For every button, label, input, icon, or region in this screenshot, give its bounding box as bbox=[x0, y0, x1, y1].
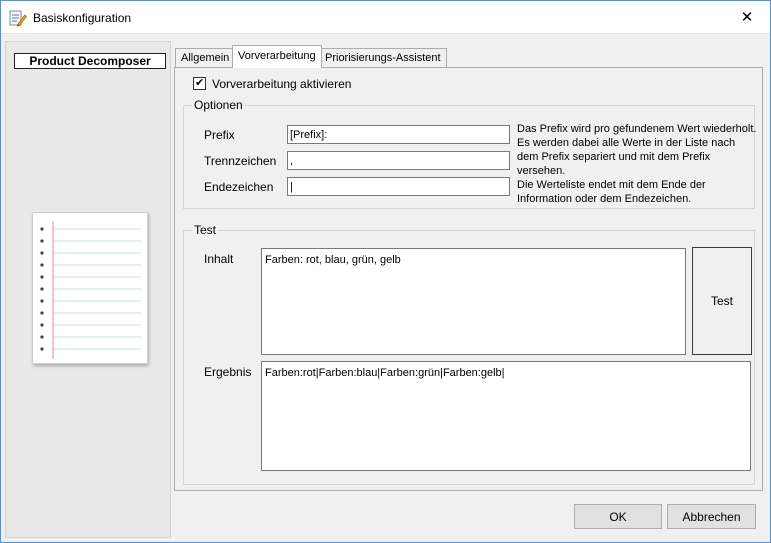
dialog-window: Basiskonfiguration ✕ Product Decomposer bbox=[0, 0, 771, 543]
config-app-icon bbox=[9, 9, 28, 27]
window-title: Basiskonfiguration bbox=[33, 11, 132, 25]
test-group: Test Inhalt Farben: rot, blau, grün, gel… bbox=[183, 223, 755, 485]
prefix-label: Prefix bbox=[204, 128, 235, 142]
result-textarea[interactable]: Farben:rot|Farben:blau|Farben:grün|Farbe… bbox=[261, 361, 751, 471]
close-button[interactable]: ✕ bbox=[724, 1, 770, 33]
help-line: Information oder dem Endezeichen. bbox=[517, 193, 692, 205]
content-textarea[interactable]: Farben: rot, blau, grün, gelb bbox=[261, 248, 686, 355]
help-line: Die Werteliste endet mit dem Ende der bbox=[517, 179, 706, 191]
prefix-help-text: Das Prefix wird pro gefundenem Wert wied… bbox=[517, 122, 757, 206]
test-legend: Test bbox=[194, 223, 217, 237]
prefix-input[interactable]: [Prefix]: bbox=[287, 125, 510, 144]
options-legend: Optionen bbox=[194, 98, 243, 112]
ok-button[interactable]: OK bbox=[574, 504, 662, 529]
tab-vorverarbeitung[interactable]: Vorverarbeitung bbox=[232, 45, 322, 68]
left-panel: Product Decomposer bbox=[5, 41, 171, 538]
result-label: Ergebnis bbox=[204, 365, 252, 379]
options-group: Optionen Prefix [Prefix]: Trennzeichen ,… bbox=[183, 98, 757, 209]
help-line: dem Prefix separiert und mit dem Prefix … bbox=[517, 151, 711, 177]
title-bar: Basiskonfiguration ✕ bbox=[1, 1, 770, 34]
close-icon: ✕ bbox=[740, 9, 754, 26]
checkmark-icon: ✔ bbox=[195, 77, 205, 89]
tab-priorisierungs-assistent[interactable]: Priorisierungs-Assistent bbox=[319, 48, 447, 67]
end-character-label: Endezeichen bbox=[204, 180, 274, 194]
product-label: Product Decomposer bbox=[14, 53, 166, 69]
notebook-icon bbox=[32, 212, 148, 364]
content-label: Inhalt bbox=[204, 252, 234, 266]
test-button[interactable]: Test bbox=[692, 247, 752, 355]
enable-preprocessing-checkbox[interactable]: ✔ bbox=[193, 77, 206, 90]
separator-label: Trennzeichen bbox=[204, 154, 277, 168]
tab-panel-vorverarbeitung: ✔ Vorverarbeitung aktivieren Optionen Pr… bbox=[174, 67, 763, 491]
cancel-button[interactable]: Abbrechen bbox=[667, 504, 756, 529]
help-line: Das Prefix wird pro gefundenem Wert wied… bbox=[517, 123, 757, 135]
help-line: Es werden dabei alle Werte in der Liste … bbox=[517, 137, 736, 149]
tab-control: Allgemein Vorverarbeitung Priorisierungs… bbox=[172, 41, 764, 493]
end-character-input[interactable]: | bbox=[287, 177, 510, 196]
separator-input[interactable]: , bbox=[287, 151, 510, 170]
enable-preprocessing-label: Vorverarbeitung aktivieren bbox=[212, 77, 352, 91]
tab-allgemein[interactable]: Allgemein bbox=[175, 48, 236, 67]
